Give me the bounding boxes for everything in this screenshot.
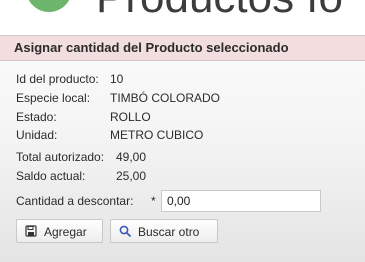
total-authorized-label: Total autorizado:: [16, 150, 105, 164]
species-label: Especie local:: [16, 91, 91, 105]
product-id-value: 10: [110, 72, 124, 86]
quantity-input[interactable]: [161, 190, 321, 212]
total-authorized-value: 49,00: [116, 150, 147, 164]
species-value: TIMBÓ COLORADO: [110, 91, 221, 105]
app-logo: [26, 0, 72, 12]
panel-header: Asignar cantidad del Producto selecciona…: [0, 36, 365, 61]
status-label: Estado:: [16, 110, 57, 124]
add-button-label: Agregar: [44, 225, 87, 239]
app-header: Productos fo: [0, 0, 365, 26]
save-icon: [25, 225, 37, 237]
unit-label: Unidad:: [16, 128, 58, 142]
page-title: Productos fo: [96, 0, 343, 22]
page: Productos fo Asignar cantidad del Produc…: [0, 0, 365, 262]
add-button[interactable]: Agregar: [16, 219, 103, 243]
search-other-button[interactable]: Buscar otro: [110, 219, 218, 243]
required-mark: *: [151, 194, 156, 208]
quantity-label: Cantidad a descontar:: [16, 194, 134, 208]
search-other-button-label: Buscar otro: [138, 225, 200, 239]
product-id-label: Id del producto:: [16, 72, 99, 86]
current-balance-value: 25,00: [116, 169, 147, 183]
unit-value: METRO CUBICO: [110, 128, 204, 142]
search-icon: [119, 225, 131, 237]
panel-title: Asignar cantidad del Producto selecciona…: [14, 40, 289, 55]
current-balance-label: Saldo actual:: [16, 169, 86, 183]
status-value: ROLLO: [110, 110, 151, 124]
